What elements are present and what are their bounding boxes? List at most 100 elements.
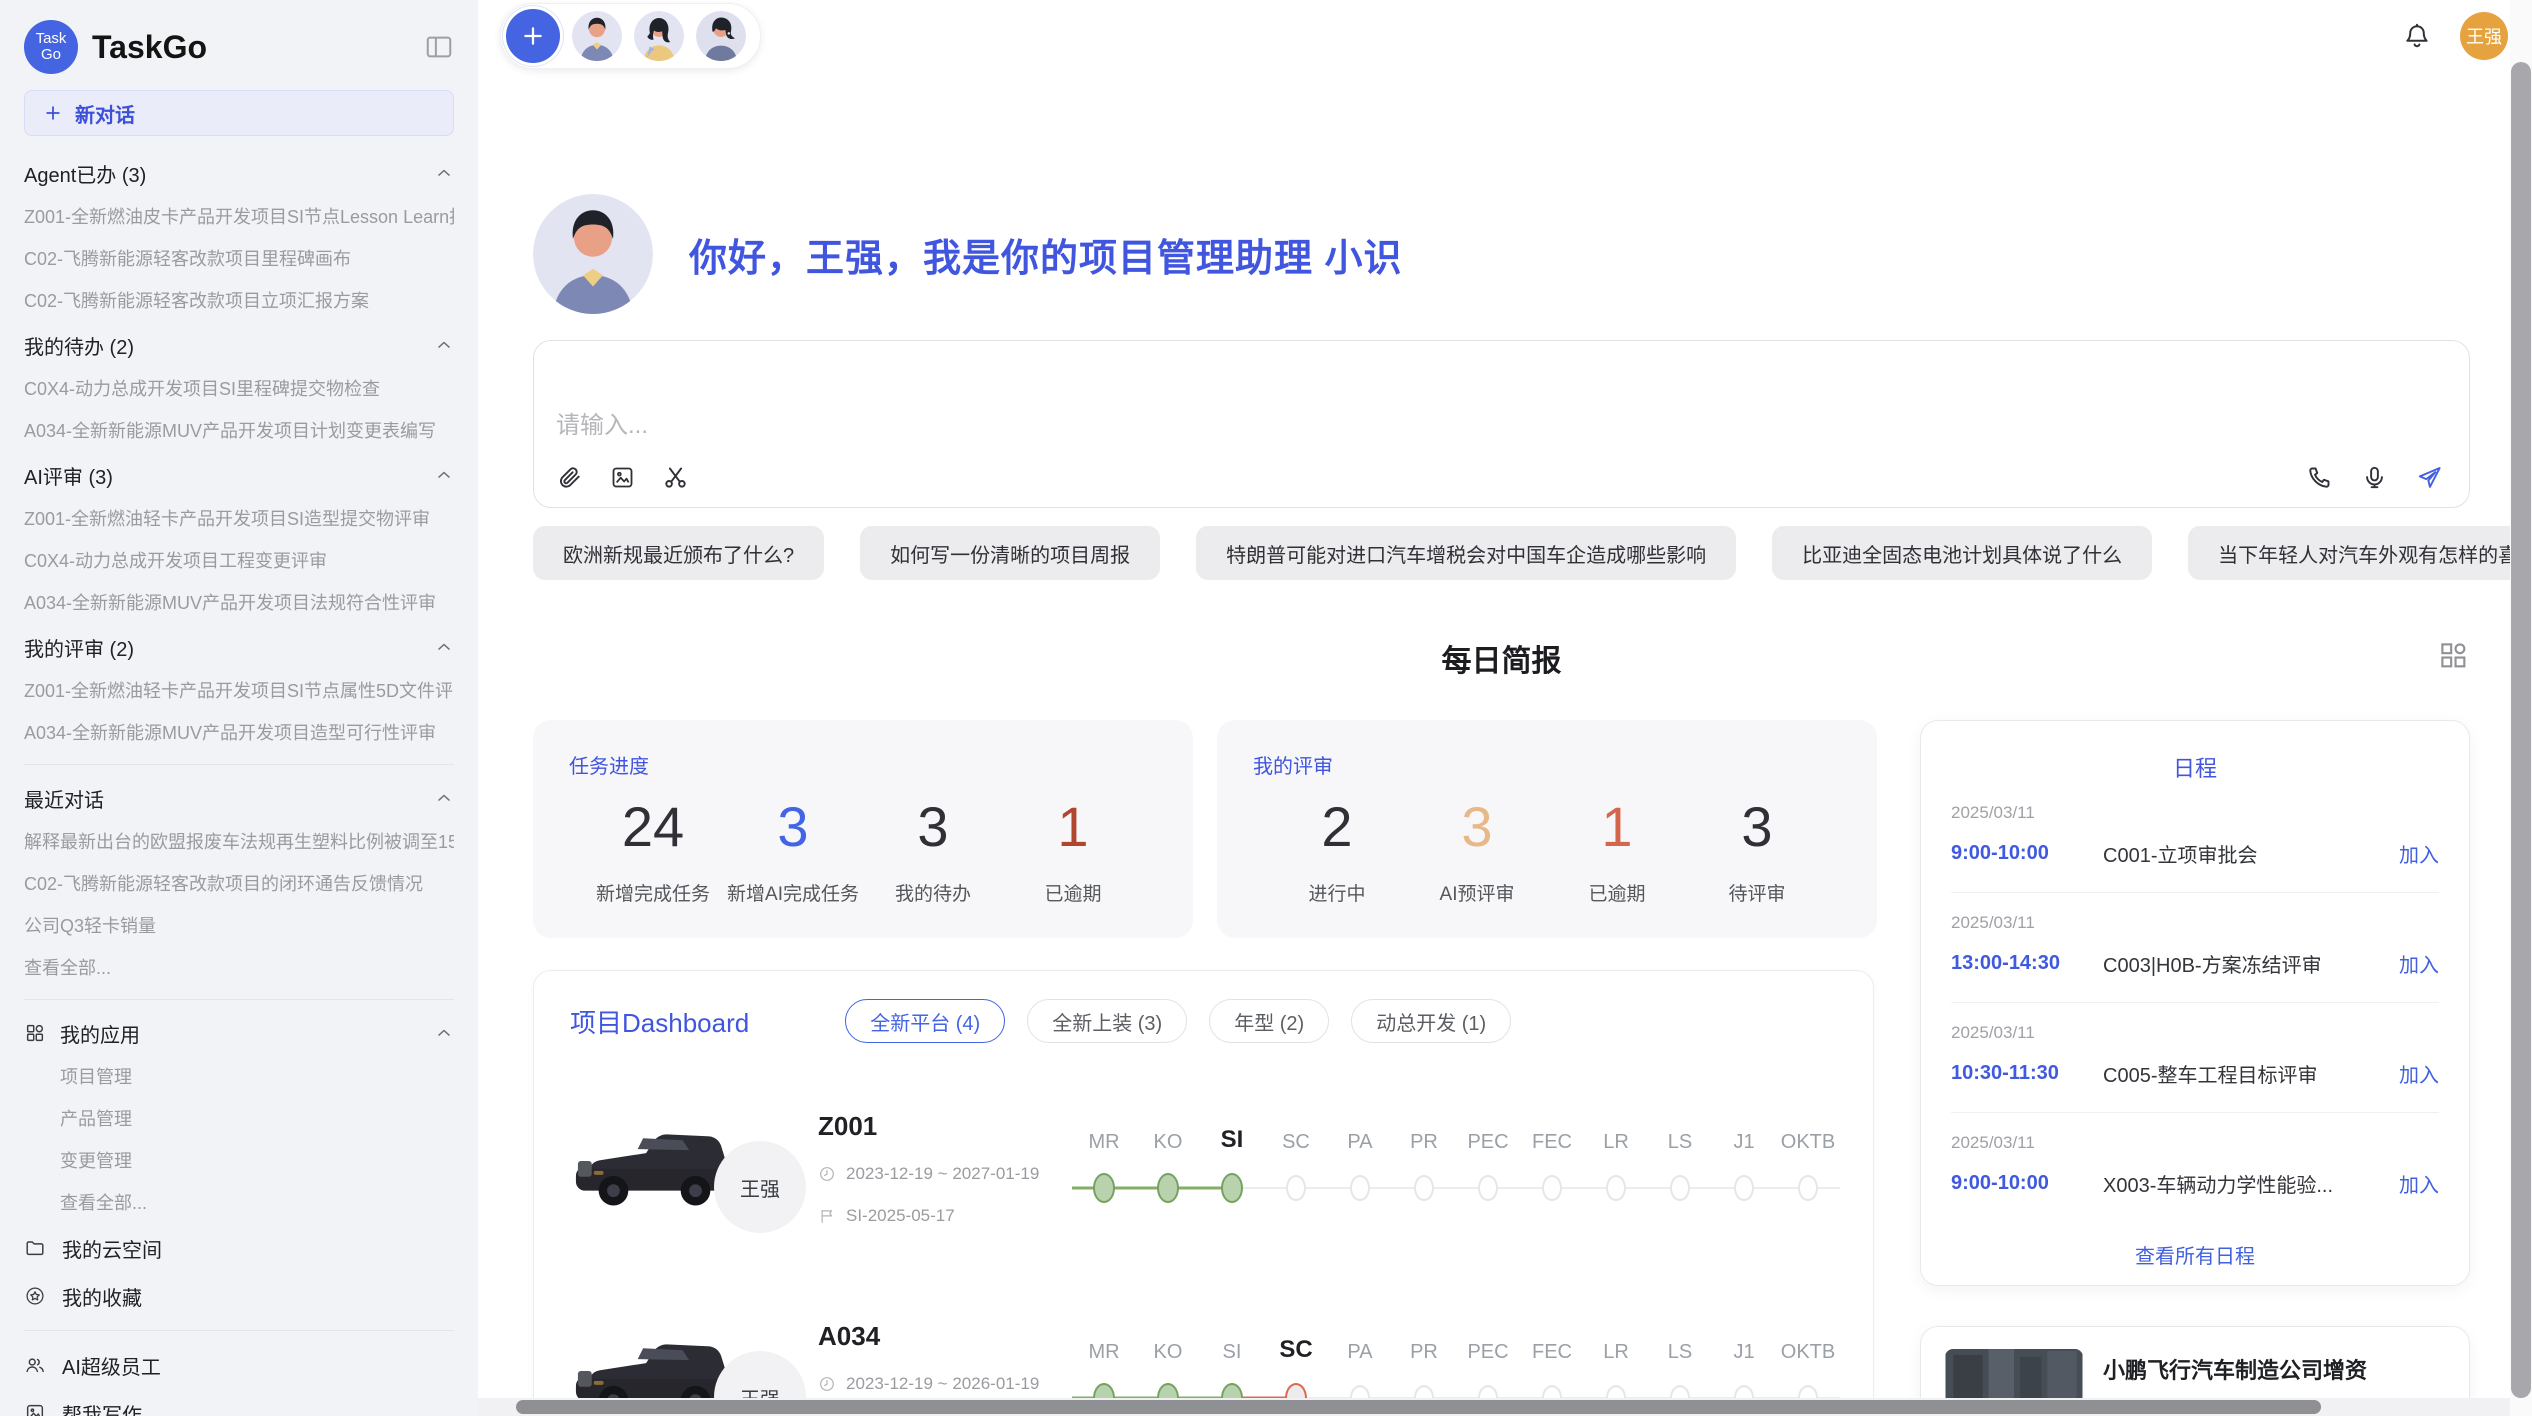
stat-label: 我的待办	[863, 879, 1003, 906]
sidebar-link[interactable]: 我的云空间	[24, 1224, 454, 1272]
assistant-avatar	[533, 194, 653, 314]
sidebar-item[interactable]: C0X4-动力总成开发项目工程变更评审	[24, 540, 454, 582]
sidebar-item[interactable]: A034-全新新能源MUV产品开发项目法规符合性评审	[24, 582, 454, 624]
project-row[interactable]: 王强Z0012023-12-19 ~ 2027-01-19SI-2025-05-…	[570, 1083, 1837, 1253]
sidebar-section-header[interactable]: AI评审 (3)	[24, 452, 454, 498]
dashboard-tab[interactable]: 年型 (2)	[1209, 999, 1329, 1043]
milestone-cell: PR	[1392, 1134, 1456, 1208]
schedule-item: 2025/03/119:00-10:00C001-立项审批会加入	[1951, 783, 2439, 893]
sidebar-item[interactable]: A034-全新新能源MUV产品开发项目造型可行性评审	[24, 712, 454, 754]
sidebar-item[interactable]: C0X4-动力总成开发项目SI里程碑提交物检查	[24, 368, 454, 410]
milestone-node-track	[1584, 1168, 1648, 1208]
chevron-up-icon[interactable]	[434, 335, 454, 355]
sidebar-section-header[interactable]: 最近对话	[24, 775, 454, 821]
sidebar: Task Go TaskGo 新对话 Agent已办 (3)Z001-全新燃油皮…	[0, 0, 478, 1416]
milestone-label: MR	[1072, 1344, 1136, 1378]
sidebar-item[interactable]: Z001-全新燃油皮卡产品开发项目SI节点Lesson Learn报告	[24, 196, 454, 238]
milestone-node[interactable]	[1350, 1175, 1370, 1201]
view-all-schedule-link[interactable]: 查看所有日程	[1951, 1240, 2439, 1269]
sidebar-section-header[interactable]: 我的应用	[24, 1010, 454, 1056]
milestone-node[interactable]	[1286, 1175, 1306, 1201]
chevron-up-icon[interactable]	[434, 465, 454, 485]
join-link[interactable]: 加入	[2399, 839, 2439, 868]
milestone-node[interactable]	[1734, 1175, 1754, 1201]
chat-input[interactable]	[534, 341, 2469, 455]
sidebar-item[interactable]: 解释最新出台的欧盟报废车法规再生塑料比例被调至15%...	[24, 821, 454, 863]
suggestion-chip[interactable]: 如何写一份清晰的项目周报	[860, 526, 1160, 580]
sidebar-item[interactable]: C02-飞腾新能源轻客改款项目里程碑画布	[24, 238, 454, 280]
avatar[interactable]	[572, 11, 622, 61]
sidebar-section-header[interactable]: 我的待办 (2)	[24, 322, 454, 368]
milestone-label: OKTB	[1776, 1134, 1840, 1168]
stat-cell: 3待评审	[1687, 793, 1827, 906]
sidebar-section-header[interactable]: 我的评审 (2)	[24, 624, 454, 670]
horizontal-scrollbar-thumb[interactable]	[516, 1400, 2321, 1414]
chevron-up-icon[interactable]	[434, 1023, 454, 1043]
sidebar-section-title: 我的待办 (2)	[24, 331, 134, 360]
app-logo-text-top: Task	[36, 31, 67, 47]
sidebar-link[interactable]: 我的收藏	[24, 1272, 454, 1320]
sidebar-item[interactable]: 产品管理	[24, 1098, 454, 1140]
milestone-label: KO	[1136, 1134, 1200, 1168]
join-link[interactable]: 加入	[2399, 949, 2439, 978]
attachment-icon[interactable]	[556, 464, 583, 491]
horizontal-scrollbar[interactable]	[478, 1398, 2532, 1416]
dashboard-tab[interactable]: 全新上装 (3)	[1027, 999, 1187, 1043]
sidebar-item[interactable]: C02-飞腾新能源轻客改款项目的闭环通告反馈情况	[24, 863, 454, 905]
milestone-node[interactable]	[1670, 1175, 1690, 1201]
sidebar-item[interactable]: 变更管理	[24, 1140, 454, 1182]
add-contact-button[interactable]	[506, 9, 560, 63]
sidebar-item[interactable]: 查看全部...	[24, 947, 454, 989]
suggestion-chip[interactable]: 比亚迪全固态电池计划具体说了什么	[1772, 526, 2152, 580]
user-avatar[interactable]: 王强	[2460, 12, 2508, 60]
stat-card-title: 我的评审	[1253, 750, 1841, 779]
send-icon[interactable]	[2416, 464, 2443, 491]
dashboard-tab[interactable]: 全新平台 (4)	[845, 999, 1005, 1043]
vertical-scrollbar-thumb[interactable]	[2511, 62, 2531, 1398]
chevron-up-icon[interactable]	[434, 637, 454, 657]
join-link[interactable]: 加入	[2399, 1169, 2439, 1198]
milestone-node[interactable]	[1093, 1173, 1115, 1203]
new-chat-button[interactable]: 新对话	[24, 90, 454, 136]
microphone-icon[interactable]	[2361, 464, 2388, 491]
sidebar-item[interactable]: Z001-全新燃油轻卡产品开发项目SI造型提交物评审	[24, 498, 454, 540]
milestone-node[interactable]	[1157, 1173, 1179, 1203]
image-upload-icon[interactable]	[609, 464, 636, 491]
sidebar-item[interactable]: A034-全新新能源MUV产品开发项目计划变更表编写	[24, 410, 454, 452]
sidebar-item[interactable]: 项目管理	[24, 1056, 454, 1098]
screenshot-scissors-icon[interactable]	[662, 464, 689, 491]
layout-grid-icon[interactable]	[2436, 638, 2470, 672]
sidebar-link[interactable]: 帮我写作	[24, 1389, 454, 1416]
sidebar-item[interactable]: 公司Q3轻卡销量	[24, 905, 454, 947]
milestone-node[interactable]	[1798, 1175, 1818, 1201]
sidebar-item[interactable]: C02-飞腾新能源轻客改款项目立项汇报方案	[24, 280, 454, 322]
sidebar-item[interactable]: 查看全部...	[24, 1182, 454, 1224]
milestone-node[interactable]	[1606, 1175, 1626, 1201]
chevron-up-icon[interactable]	[434, 788, 454, 808]
milestone-label: SI	[1200, 1134, 1264, 1168]
milestone-node[interactable]	[1542, 1175, 1562, 1201]
join-link[interactable]: 加入	[2399, 1059, 2439, 1088]
voice-call-icon[interactable]	[2306, 464, 2333, 491]
suggestion-chip[interactable]: 特朗普可能对进口汽车增税会对中国车企造成哪些影响	[1196, 526, 1736, 580]
milestone-cell: J1	[1712, 1134, 1776, 1208]
milestone-node[interactable]	[1414, 1175, 1434, 1201]
suggestion-chip[interactable]: 当下年轻人对汽车外观有怎样的喜好趋势	[2188, 526, 2532, 580]
stat-card: 任务进度24新增完成任务3新增AI完成任务3我的待办1已逾期	[533, 720, 1193, 938]
stat-value: 1	[1547, 793, 1687, 861]
sidebar-section-header[interactable]: Agent已办 (3)	[24, 150, 454, 196]
stat-cell: 2进行中	[1267, 793, 1407, 906]
sidebar-divider	[24, 1330, 454, 1331]
dashboard-tab[interactable]: 动总开发 (1)	[1351, 999, 1511, 1043]
suggestion-chip[interactable]: 欧洲新规最近颁布了什么?	[533, 526, 824, 580]
avatar[interactable]	[696, 11, 746, 61]
notification-bell-icon[interactable]	[2402, 21, 2432, 51]
sidebar-item[interactable]: Z001-全新燃油轻卡产品开发项目SI节点属性5D文件评审	[24, 670, 454, 712]
sidebar-link[interactable]: AI超级员工	[24, 1341, 454, 1389]
avatar[interactable]	[634, 11, 684, 61]
milestone-node[interactable]	[1478, 1175, 1498, 1201]
vertical-scrollbar[interactable]	[2510, 0, 2532, 1416]
sidebar-collapse-icon[interactable]	[424, 32, 454, 62]
milestone-node[interactable]	[1221, 1173, 1243, 1203]
chevron-up-icon[interactable]	[434, 163, 454, 183]
